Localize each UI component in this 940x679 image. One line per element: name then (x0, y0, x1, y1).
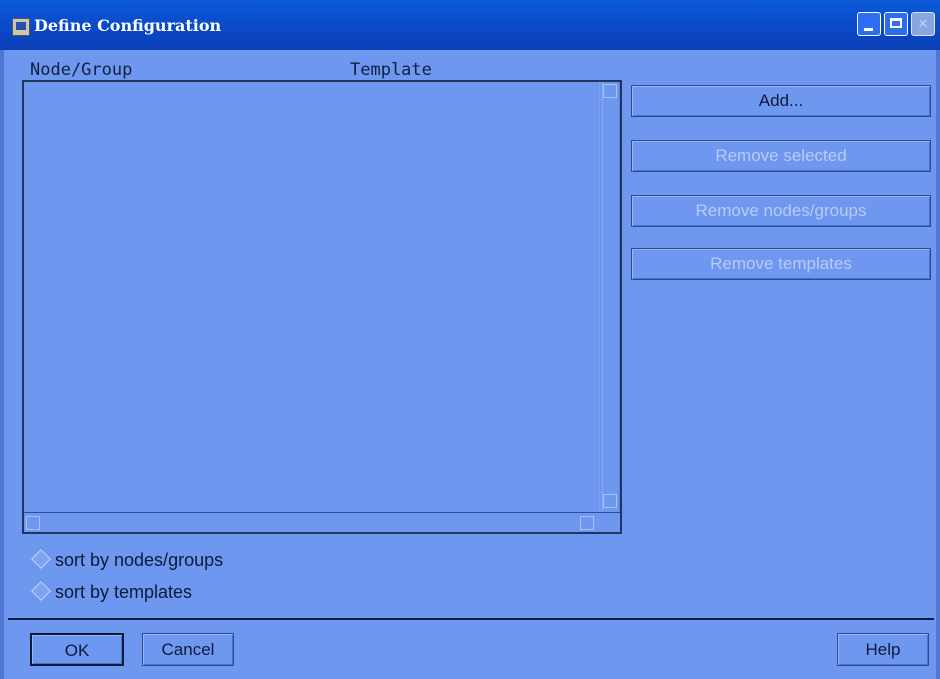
help-button[interactable]: Help (837, 633, 929, 666)
window-border-right (936, 50, 940, 679)
scroll-left-arrow-icon[interactable] (26, 516, 40, 530)
horizontal-scrollbar[interactable] (24, 512, 620, 533)
add-button[interactable]: Add... (631, 85, 931, 117)
vertical-scrollbar[interactable] (599, 82, 621, 512)
remove-selected-button[interactable]: Remove selected (631, 140, 931, 172)
ok-button[interactable]: OK (30, 633, 124, 666)
radio-diamond-icon[interactable] (31, 549, 51, 570)
configuration-list[interactable] (22, 80, 622, 534)
maximize-icon[interactable] (884, 12, 908, 36)
scroll-up-arrow-icon[interactable] (603, 84, 617, 98)
window-title: Define Configuration (34, 16, 222, 35)
define-configuration-window: Define Configuration ✕ Node/Group Templa… (0, 0, 940, 679)
remove-nodes-groups-button[interactable]: Remove nodes/groups (631, 195, 931, 227)
radio-diamond-icon[interactable] (31, 581, 51, 602)
column-header-node-group: Node/Group (30, 60, 133, 80)
remove-templates-button[interactable]: Remove templates (631, 248, 931, 280)
app-icon (12, 18, 30, 36)
column-header-template: Template (350, 60, 432, 80)
cancel-button[interactable]: Cancel (142, 633, 234, 666)
footer-separator (8, 618, 934, 620)
minimize-icon[interactable] (857, 12, 881, 36)
scroll-down-arrow-icon[interactable] (603, 494, 617, 508)
vertical-scroll-track[interactable] (602, 82, 620, 512)
sort-by-templates-radio[interactable]: sort by templates (30, 581, 193, 606)
sort-by-nodes-groups-radio[interactable]: sort by nodes/groups (30, 549, 224, 574)
sort-by-nodes-groups-label: sort by nodes/groups (55, 550, 224, 570)
scroll-right-arrow-icon[interactable] (580, 516, 594, 530)
window-border-left (0, 50, 4, 679)
sort-by-templates-label: sort by templates (55, 582, 193, 602)
close-icon[interactable]: ✕ (911, 12, 935, 36)
title-bar[interactable]: Define Configuration ✕ (0, 0, 940, 50)
